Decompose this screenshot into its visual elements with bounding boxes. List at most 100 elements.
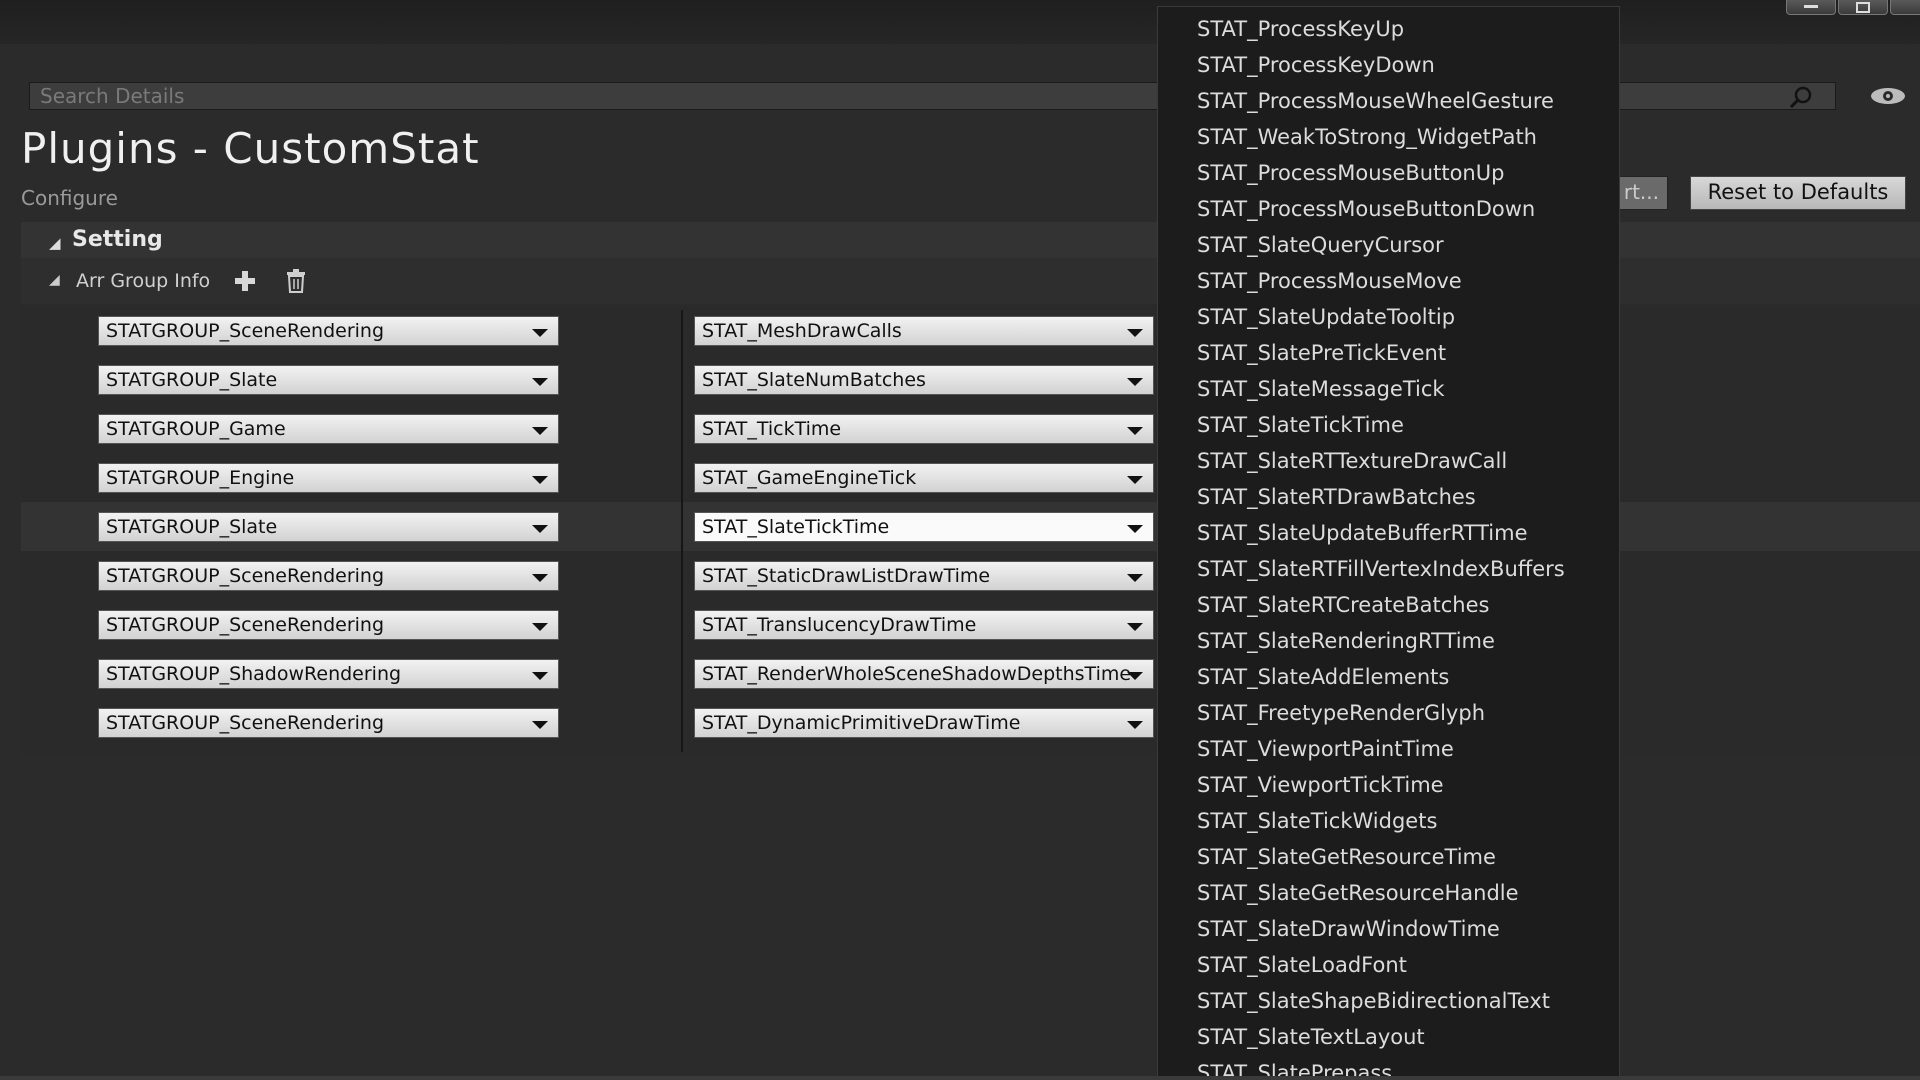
trash-icon[interactable] (285, 269, 307, 293)
combo-value: STAT_GameEngineTick (702, 467, 917, 489)
chevron-down-icon (1127, 623, 1143, 631)
close-button[interactable] (1890, 0, 1920, 15)
dropdown-item[interactable]: STAT_SlateShapeBidirectionalText (1197, 983, 1550, 1019)
eye-icon[interactable] (1870, 86, 1910, 106)
stat-group-combo[interactable]: STATGROUP_SceneRendering (98, 610, 559, 640)
dropdown-item[interactable]: STAT_FreetypeRenderGlyph (1197, 695, 1485, 731)
chevron-down-icon (532, 378, 548, 386)
plus-icon[interactable] (234, 270, 256, 292)
bottom-border (0, 1076, 1920, 1080)
combo-value: STAT_StaticDrawListDrawTime (702, 565, 991, 587)
arr-group-info-label: Arr Group Info (76, 270, 211, 292)
arr-group-rows: STATGROUP_SceneRendering STAT_MeshDrawCa… (21, 306, 1920, 754)
dropdown-item[interactable]: STAT_SlateTextLayout (1197, 1019, 1425, 1055)
dropdown-item[interactable]: STAT_SlateUpdateTooltip (1197, 299, 1455, 335)
combo-value: STATGROUP_SceneRendering (106, 320, 385, 342)
stat-name-combo[interactable]: STAT_TranslucencyDrawTime (694, 610, 1154, 640)
combo-value: STAT_SlateTickTime (702, 516, 890, 538)
stat-group-combo[interactable]: STATGROUP_Slate (98, 512, 559, 542)
dropdown-item[interactable]: STAT_SlateMessageTick (1197, 371, 1445, 407)
dropdown-item[interactable]: STAT_SlateRTDrawBatches (1197, 479, 1476, 515)
combo-value: STAT_SlateNumBatches (702, 369, 926, 391)
stat-name-combo[interactable]: STAT_SlateNumBatches (694, 365, 1154, 395)
table-row: STATGROUP_Game STAT_TickTime (21, 404, 1920, 453)
dropdown-item[interactable]: STAT_SlateRTCreateBatches (1197, 587, 1489, 623)
dropdown-item[interactable]: STAT_ProcessMouseWheelGesture (1197, 83, 1554, 119)
dropdown-item[interactable]: STAT_SlateTickTime (1197, 407, 1404, 443)
stat-name-combo[interactable]: STAT_DynamicPrimitiveDrawTime (694, 708, 1154, 738)
setting-section-header[interactable]: ◢ Setting (21, 222, 1920, 258)
chevron-down-icon (1127, 427, 1143, 435)
dropdown-item[interactable]: STAT_ViewportPaintTime (1197, 731, 1454, 767)
dropdown-item[interactable]: STAT_SlateRenderingRTTime (1197, 623, 1495, 659)
stat-group-combo[interactable]: STATGROUP_SceneRendering (98, 316, 559, 346)
stat-name-combo[interactable]: STAT_MeshDrawCalls (694, 316, 1154, 346)
chevron-down-icon (1127, 329, 1143, 337)
table-row: STATGROUP_SceneRendering STAT_StaticDraw… (21, 551, 1920, 600)
table-row: STATGROUP_SceneRendering STAT_DynamicPri… (21, 698, 1920, 747)
reset-to-defaults-button[interactable]: Reset to Defaults (1690, 176, 1906, 210)
chevron-down-icon (532, 721, 548, 729)
dropdown-item[interactable]: STAT_SlateLoadFont (1197, 947, 1407, 983)
chevron-down-icon (1127, 525, 1143, 533)
chevron-down-icon (1127, 476, 1143, 484)
stat-group-combo[interactable]: STATGROUP_Game (98, 414, 559, 444)
chevron-down-icon (532, 329, 548, 337)
stat-group-combo[interactable]: STATGROUP_SceneRendering (98, 561, 559, 591)
dropdown-item[interactable]: STAT_ProcessMouseMove (1197, 263, 1462, 299)
column-divider[interactable] (681, 310, 683, 752)
combo-value: STATGROUP_Slate (106, 516, 278, 538)
combo-value: STATGROUP_SceneRendering (106, 614, 385, 636)
stat-group-combo[interactable]: STATGROUP_ShadowRendering (98, 659, 559, 689)
combo-value: STAT_DynamicPrimitiveDrawTime (702, 712, 1021, 734)
stat-group-combo[interactable]: STATGROUP_Engine (98, 463, 559, 493)
dropdown-item[interactable]: STAT_SlateTickWidgets (1197, 803, 1437, 839)
dropdown-item[interactable]: STAT_ViewportTickTime (1197, 767, 1444, 803)
stat-name-combo[interactable]: STAT_RenderWholeSceneShadowDepthsTime (694, 659, 1154, 689)
chevron-down-icon (532, 623, 548, 631)
dropdown-item[interactable]: STAT_WeakToStrong_WidgetPath (1197, 119, 1537, 155)
dropdown-item[interactable]: STAT_SlateUpdateBufferRTTime (1197, 515, 1527, 551)
chevron-down-icon (1127, 378, 1143, 386)
combo-value: STATGROUP_SceneRendering (106, 565, 385, 587)
dropdown-item[interactable]: STAT_SlateGetResourceTime (1197, 839, 1496, 875)
dropdown-item[interactable]: STAT_SlateRTTextureDrawCall (1197, 443, 1507, 479)
dropdown-item[interactable]: STAT_SlatePreTickEvent (1197, 335, 1446, 371)
combo-value: STAT_TickTime (702, 418, 842, 440)
page-title: Plugins - CustomStat (21, 124, 480, 173)
dropdown-item[interactable]: STAT_ProcessKeyUp (1197, 11, 1404, 47)
combo-value: STATGROUP_ShadowRendering (106, 663, 402, 685)
table-row: STATGROUP_SceneRendering STAT_MeshDrawCa… (21, 306, 1920, 355)
maximize-button[interactable] (1838, 0, 1888, 15)
stat-name-combo[interactable]: STAT_StaticDrawListDrawTime (694, 561, 1154, 591)
dropdown-item[interactable]: STAT_ProcessMouseButtonUp (1197, 155, 1504, 191)
dropdown-item[interactable]: STAT_SlateDrawWindowTime (1197, 911, 1500, 947)
chevron-down-icon (532, 476, 548, 484)
dropdown-item[interactable]: STAT_SlateRTFillVertexIndexBuffers (1197, 551, 1565, 587)
collapse-triangle-icon[interactable]: ◢ (49, 234, 61, 252)
dropdown-item[interactable]: STAT_ProcessKeyDown (1197, 47, 1435, 83)
minimize-button[interactable] (1786, 0, 1836, 15)
stat-name-combo[interactable]: STAT_SlateTickTime (694, 512, 1154, 542)
stat-group-combo[interactable]: STATGROUP_SceneRendering (98, 708, 559, 738)
stat-name-combo[interactable]: STAT_TickTime (694, 414, 1154, 444)
stat-group-combo[interactable]: STATGROUP_Slate (98, 365, 559, 395)
search-icon[interactable] (1789, 86, 1813, 108)
combo-value: STATGROUP_Slate (106, 369, 278, 391)
arr-group-info-header[interactable]: ◢ Arr Group Info (21, 258, 1920, 304)
dropdown-item[interactable]: STAT_SlateGetResourceHandle (1197, 875, 1519, 911)
table-row: STATGROUP_Engine STAT_GameEngineTick (21, 453, 1920, 502)
collapse-triangle-icon[interactable]: ◢ (49, 272, 60, 288)
chevron-down-icon (532, 525, 548, 533)
combo-value: STATGROUP_Game (106, 418, 286, 440)
combo-value: STATGROUP_SceneRendering (106, 712, 385, 734)
chevron-down-icon (1127, 721, 1143, 729)
stat-name-combo[interactable]: STAT_GameEngineTick (694, 463, 1154, 493)
dropdown-item[interactable]: STAT_ProcessMouseButtonDown (1197, 191, 1535, 227)
combo-value: STATGROUP_Engine (106, 467, 295, 489)
dropdown-item[interactable]: STAT_SlateQueryCursor (1197, 227, 1444, 263)
chevron-down-icon (532, 672, 548, 680)
stat-dropdown-menu[interactable]: STAT_ProcessKeyUp STAT_ProcessKeyDown ST… (1157, 6, 1620, 1080)
chevron-down-icon (532, 574, 548, 582)
dropdown-item[interactable]: STAT_SlateAddElements (1197, 659, 1449, 695)
